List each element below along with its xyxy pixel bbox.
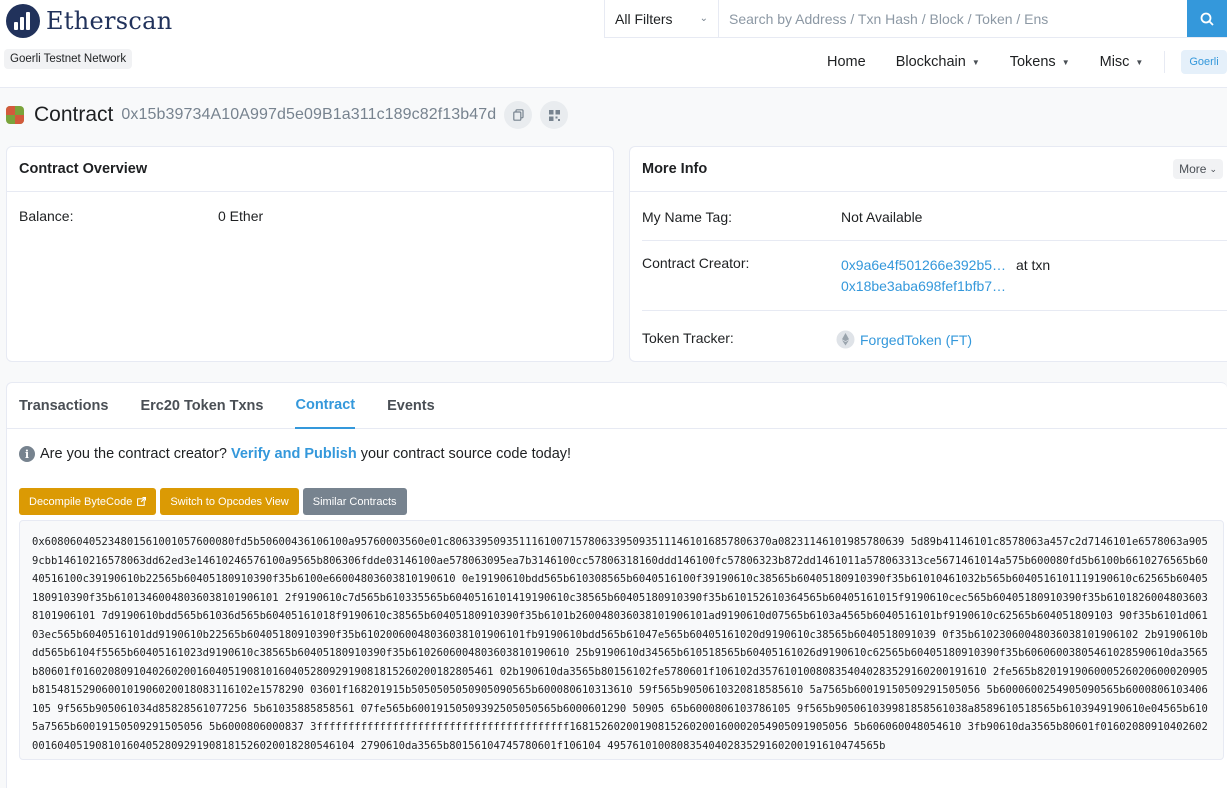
tab-transactions[interactable]: Transactions [19,383,108,429]
creator-at-text: at txn [1015,257,1051,273]
network-switch-button[interactable]: Goerli [1181,50,1227,74]
main-nav: Home Blockchain ▼ Tokens ▼ Misc ▼ Goerli [812,50,1227,74]
bytecode-actions: Decompile ByteCode Switch to Opcodes Vie… [19,488,411,515]
copy-icon [512,109,524,121]
caret-down-icon: ▼ [1135,57,1144,67]
nav-blockchain-label: Blockchain [895,54,966,70]
contract-overview-title: Contract Overview [19,161,148,177]
nav-home[interactable]: Home [812,54,881,70]
token-tracker-link[interactable]: ForgedToken (FT) [860,332,972,348]
external-link-icon [137,497,147,506]
search-bar: All Filters ⌄ [604,0,1227,38]
chevron-down-icon: ⌄ [699,13,708,24]
page-title-row: Contract 0x15b39734A10A997d5e09B1a311c18… [6,101,569,129]
contract-identicon-icon [6,106,24,124]
contract-creator-value: 0x9a6e4f501266e392b5… at txn 0x18be3aba6… [841,255,1050,297]
divider [642,310,1227,311]
contract-address: 0x15b39734A10A997d5e09B1a311c189c82f13b4… [121,106,497,123]
nav-tokens[interactable]: Tokens ▼ [995,54,1085,70]
network-badge: Goerli Testnet Network [4,49,133,69]
creator-address-link[interactable]: 0x9a6e4f501266e392b5… [841,257,1006,273]
search-filter-select[interactable]: All Filters ⌄ [605,0,719,37]
tab-erc20-token-txns[interactable]: Erc20 Token Txns [140,383,263,429]
nav-blockchain[interactable]: Blockchain ▼ [881,54,995,70]
tab-events[interactable]: Events [387,383,435,429]
nav-misc-label: Misc [1099,54,1130,70]
switch-to-opcodes-button[interactable]: Switch to Opcodes View [160,488,299,515]
qr-code-icon [548,109,560,121]
brand-name: Etherscan [46,7,173,35]
token-tracker-value: ForgedToken (FT) [836,330,972,349]
decompile-label: Decompile ByteCode [29,495,133,508]
etherscan-logo[interactable]: Etherscan [6,4,173,38]
nav-misc[interactable]: Misc ▼ [1085,54,1159,70]
name-tag-row: My Name Tag: Not Available [642,209,922,225]
token-tracker-label: Token Tracker: [642,330,734,346]
name-tag-label: My Name Tag: [642,209,732,225]
search-input[interactable] [719,0,1187,37]
balance-value: 0 Ether [218,208,264,224]
qr-code-button[interactable] [540,101,569,129]
contract-overview-header: Contract Overview [7,147,613,192]
more-info-card: More Info More ⌄ My Name Tag: Not Availab… [629,146,1227,362]
site-header: Etherscan Goerli Testnet Network All Fil… [0,0,1227,88]
verify-suffix: your contract source code today! [360,446,572,462]
balance-row: Balance: 0 Ether [19,208,263,224]
contract-creator-label: Contract Creator: [642,255,750,271]
caret-down-icon: ▼ [971,57,980,67]
more-info-title: More Info [642,161,708,177]
verify-notice: i Are you the contract creator? Verify a… [19,446,571,462]
contract-overview-card: Contract Overview Balance: 0 Ether [6,146,614,362]
search-filter-label: All Filters [615,10,673,27]
tab-bar: Transactions Erc20 Token Txns Contract E… [7,383,1227,429]
search-button[interactable] [1187,0,1227,37]
etherscan-logo-icon [6,4,40,38]
nav-tokens-label: Tokens [1009,54,1056,70]
chevron-down-icon: ⌄ [1209,163,1217,174]
nav-home-label: Home [827,54,866,70]
creator-txn-link[interactable]: 0x18be3aba698fef1bfb7… [841,278,1006,294]
balance-label: Balance: [19,208,74,224]
more-dropdown-button[interactable]: More ⌄ [1173,159,1223,179]
more-button-label: More [1179,162,1207,176]
name-tag-value: Not Available [841,209,923,225]
contract-creator-row: Contract Creator: 0x9a6e4f501266e392b5… … [642,255,1050,297]
token-logo-icon [836,330,855,349]
nav-divider [1164,51,1166,73]
similar-contracts-button[interactable]: Similar Contracts [302,488,407,515]
search-icon [1200,12,1214,26]
tab-contract[interactable]: Contract [295,383,356,429]
decompile-bytecode-button[interactable]: Decompile ByteCode [19,488,157,515]
bytecode-textarea[interactable]: 0x608060405234801561001057600080fd5b5060… [19,520,1224,760]
token-tracker-row: Token Tracker: ForgedToken (FT) [642,330,972,349]
caret-down-icon: ▼ [1061,57,1070,67]
verify-prefix: Are you the contract creator? [40,446,227,462]
page-title: Contract [34,103,114,126]
copy-address-button[interactable] [504,101,533,129]
more-info-header: More Info More ⌄ [630,147,1227,192]
verify-and-publish-link[interactable]: Verify and Publish [231,446,357,462]
divider [642,240,1227,241]
info-icon: i [19,446,35,462]
